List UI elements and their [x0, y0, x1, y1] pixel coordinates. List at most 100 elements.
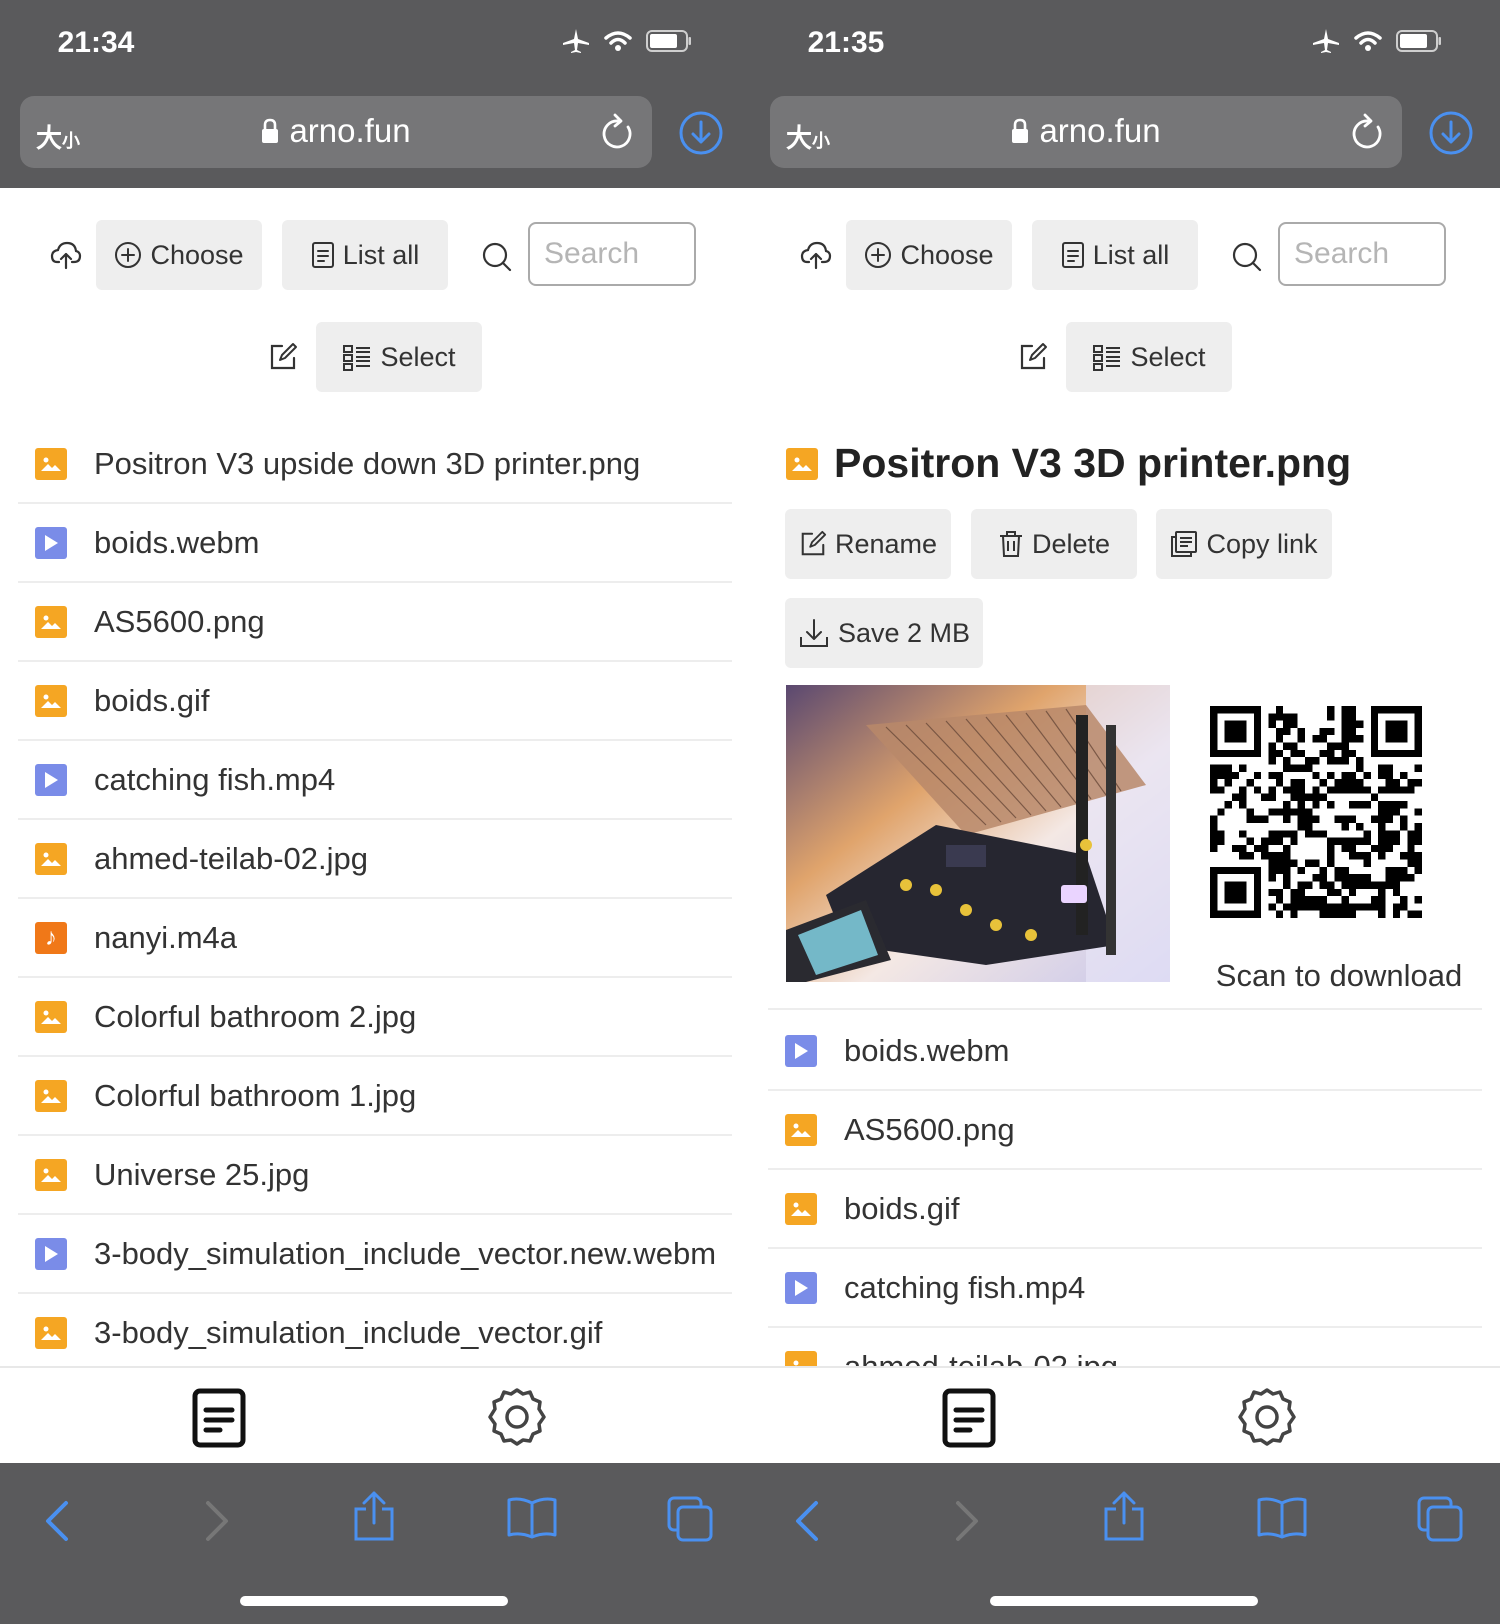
- forward-arrow-icon[interactable]: [954, 1499, 980, 1543]
- preview-image: [786, 685, 1170, 982]
- file-list: Positron V3 upside down 3D printer.png bo…: [18, 425, 732, 1373]
- upload-cloud-icon[interactable]: [50, 240, 82, 270]
- airplane-icon: [563, 29, 589, 53]
- tabs-icon[interactable]: [1416, 1495, 1464, 1543]
- downloads-icon[interactable]: [1428, 110, 1474, 156]
- share-icon[interactable]: [1102, 1489, 1146, 1543]
- copy-icon: [1171, 531, 1198, 557]
- file-name: AS5600.png: [94, 603, 265, 639]
- browser-chrome-top: 21:34 大小 arno.fun: [0, 0, 750, 188]
- choose-button[interactable]: Choose: [846, 220, 1012, 290]
- list-all-button[interactable]: List all: [1032, 220, 1198, 290]
- file-list: boids.webm AS5600.png boids.gif catching fi…: [768, 1012, 1482, 1407]
- image-file-icon: [785, 1192, 817, 1225]
- file-row[interactable]: Colorful bathroom 1.jpg: [18, 1057, 732, 1136]
- file-row[interactable]: ♪ nanyi.m4a: [18, 899, 732, 978]
- image-file-icon: [786, 447, 818, 480]
- copy-link-button[interactable]: Copy link: [1156, 509, 1332, 579]
- downloads-icon[interactable]: [678, 110, 724, 156]
- wifi-icon: [604, 31, 632, 51]
- select-button[interactable]: Select: [1066, 322, 1232, 392]
- file-row[interactable]: Colorful bathroom 2.jpg: [18, 978, 732, 1057]
- file-row[interactable]: boids.gif: [18, 662, 732, 741]
- file-name: boids.gif: [844, 1190, 960, 1226]
- settings-gear-icon[interactable]: [486, 1386, 548, 1448]
- image-file-icon: [35, 1158, 67, 1191]
- reload-icon[interactable]: [600, 113, 636, 151]
- file-name: 3-body_simulation_include_vector.new.web…: [94, 1235, 717, 1271]
- delete-label: Delete: [1031, 528, 1111, 559]
- edit-icon[interactable]: [1018, 342, 1048, 372]
- lock-icon: [1012, 118, 1029, 143]
- select-list-icon: [343, 345, 371, 371]
- share-icon[interactable]: [352, 1489, 396, 1543]
- file-row[interactable]: Universe 25.jpg: [18, 1136, 732, 1215]
- file-row[interactable]: 3-body_simulation_include_vector.gif: [18, 1294, 732, 1373]
- search-input[interactable]: [1278, 222, 1446, 286]
- choose-label: Choose: [900, 239, 994, 270]
- video-file-icon: [35, 1237, 67, 1270]
- app-nav: [750, 1366, 1500, 1465]
- tabs-icon[interactable]: [666, 1495, 714, 1543]
- bookmarks-icon[interactable]: [1256, 1495, 1308, 1539]
- rename-button[interactable]: Rename: [785, 509, 951, 579]
- list-all-button[interactable]: List all: [282, 220, 448, 290]
- file-row[interactable]: catching fish.mp4: [768, 1249, 1482, 1328]
- forward-arrow-icon[interactable]: [204, 1499, 230, 1543]
- video-file-icon: [35, 526, 67, 559]
- file-name: Colorful bathroom 1.jpg: [94, 1077, 417, 1113]
- file-name: AS5600.png: [844, 1111, 1015, 1147]
- image-file-icon: [785, 1113, 817, 1146]
- delete-button[interactable]: Delete: [971, 509, 1137, 579]
- copy-link-label: Copy link: [1206, 528, 1318, 559]
- airplane-icon: [1313, 29, 1339, 53]
- save-button[interactable]: Save 2 MB: [785, 598, 983, 668]
- audio-file-icon: ♪: [35, 921, 67, 954]
- file-row[interactable]: boids.gif: [768, 1170, 1482, 1249]
- bookmarks-icon[interactable]: [506, 1495, 558, 1539]
- phone-left: 21:34 大小 arno.fun Choose List all Search…: [0, 0, 750, 1624]
- status-icons: [562, 28, 692, 54]
- list-document-icon: [311, 242, 334, 268]
- image-file-icon: [35, 1000, 67, 1033]
- file-row[interactable]: boids.webm: [768, 1012, 1482, 1091]
- image-file-icon: [35, 842, 67, 875]
- url-display[interactable]: arno.fun: [770, 112, 1402, 150]
- file-row[interactable]: ahmed-teilab-02.jpg: [18, 820, 732, 899]
- address-bar[interactable]: 大小 arno.fun: [20, 96, 652, 168]
- upload-cloud-icon[interactable]: [800, 240, 832, 270]
- file-list-icon[interactable]: [192, 1388, 246, 1448]
- select-list-icon: [1093, 345, 1121, 371]
- file-name: Positron V3 upside down 3D printer.png: [94, 445, 641, 481]
- file-row[interactable]: 3-body_simulation_include_vector.new.web…: [18, 1215, 732, 1294]
- file-row[interactable]: AS5600.png: [768, 1091, 1482, 1170]
- back-arrow-icon[interactable]: [794, 1499, 820, 1543]
- search-input[interactable]: [528, 222, 696, 286]
- home-indicator: [990, 1596, 1258, 1606]
- back-arrow-icon[interactable]: [44, 1499, 70, 1543]
- select-button[interactable]: Select: [316, 322, 482, 392]
- image-file-icon: [35, 1079, 67, 1112]
- select-label: Select: [1130, 341, 1206, 372]
- save-label: Save 2 MB: [837, 617, 971, 648]
- address-bar[interactable]: 大小 arno.fun: [770, 96, 1402, 168]
- list-document-icon: [1061, 242, 1084, 268]
- file-row[interactable]: boids.webm: [18, 504, 732, 583]
- url-text: arno.fun: [289, 112, 411, 149]
- home-indicator: [240, 1596, 508, 1606]
- detail-title: Positron V3 3D printer.png: [834, 440, 1352, 486]
- file-row[interactable]: Positron V3 upside down 3D printer.png: [18, 425, 732, 504]
- reload-icon[interactable]: [1350, 113, 1386, 151]
- file-row[interactable]: catching fish.mp4: [18, 741, 732, 820]
- settings-gear-icon[interactable]: [1236, 1386, 1298, 1448]
- file-name: boids.webm: [844, 1032, 1010, 1068]
- choose-button[interactable]: Choose: [96, 220, 262, 290]
- url-display[interactable]: arno.fun: [20, 112, 652, 150]
- file-name: catching fish.mp4: [844, 1269, 1086, 1305]
- file-list-icon[interactable]: [942, 1388, 996, 1448]
- file-row[interactable]: AS5600.png: [18, 583, 732, 662]
- edit-icon[interactable]: [268, 342, 298, 372]
- url-text: arno.fun: [1039, 112, 1161, 149]
- wifi-icon: [1354, 31, 1382, 51]
- image-file-icon: [35, 605, 67, 638]
